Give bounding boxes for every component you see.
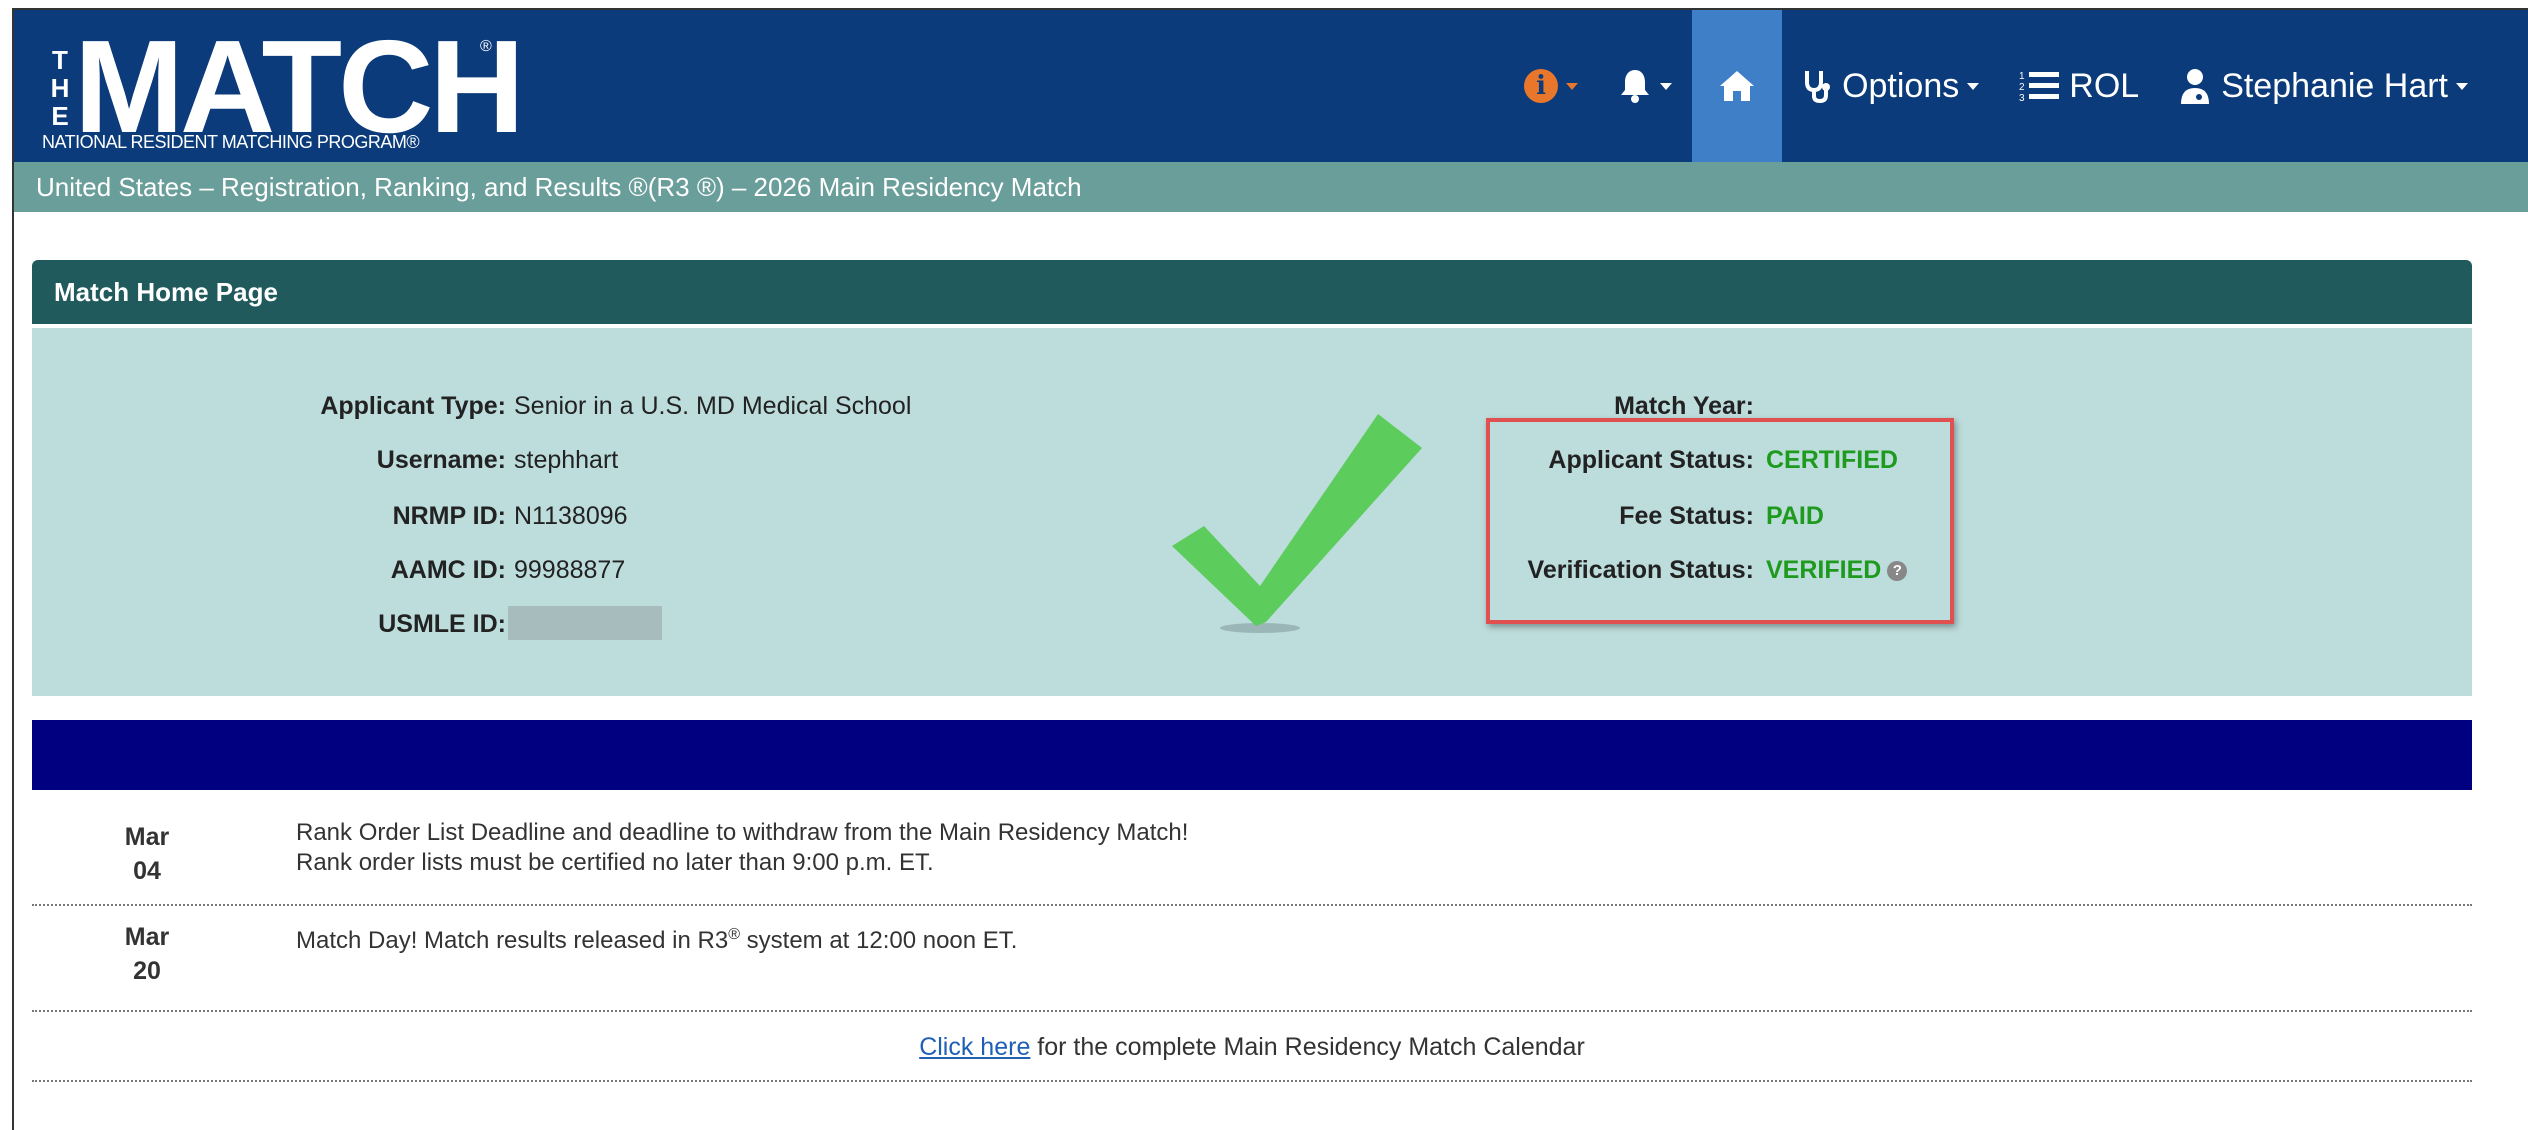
nrmp-id-row: NRMP ID: <box>300 496 506 536</box>
event-month: Mar <box>124 823 170 851</box>
field-label: Username: <box>376 446 506 474</box>
field-label: Applicant Type: <box>320 392 506 420</box>
info-circle-icon: i <box>1524 69 1559 103</box>
svg-text:3: 3 <box>2019 93 2025 103</box>
chevron-down-icon <box>2456 82 2468 90</box>
match-logo[interactable]: THE MATCH ® NATIONAL RESIDENT MATCHING P… <box>40 21 525 156</box>
event-date: Mar 04 <box>102 820 192 888</box>
event-date: Mar 20 <box>102 920 192 988</box>
calendar-link-suffix: for the complete Main Residency Match Ca… <box>1030 1033 1585 1061</box>
stethoscope-icon <box>1805 71 1831 104</box>
event-day: 20 <box>133 957 161 985</box>
rol-label: ROL <box>2069 66 2140 105</box>
chevron-down-icon <box>1566 82 1579 90</box>
username-value: stephhart <box>514 446 619 474</box>
bell-icon <box>1621 70 1650 103</box>
calendar-link-row: Click here for the complete Main Residen… <box>32 1012 2472 1082</box>
calendar-header <box>32 720 2472 790</box>
event-month: Mar <box>124 923 170 951</box>
logo-subtitle: NATIONAL RESIDENT MATCHING PROGRAM® <box>42 132 420 152</box>
svg-text:2: 2 <box>2019 82 2025 93</box>
calendar-event-row: Mar 20 Match Day! Match results released… <box>32 906 2472 1012</box>
logo-registered-mark: ® <box>480 38 492 55</box>
username-row: Username: <box>300 440 506 480</box>
rol-link[interactable]: 1 2 3 ROL <box>1999 10 2159 162</box>
event-day: 04 <box>133 857 161 885</box>
usmle-id-row: USMLE ID: <box>300 604 506 644</box>
status-highlight-box <box>1486 418 1954 624</box>
user-name: Stephanie Hart <box>2221 66 2448 105</box>
event-description: Match Day! Match results released in R3®… <box>296 920 1017 956</box>
event-line-1-pre: Match Day! Match results released in R3 <box>296 927 729 954</box>
svg-text:1: 1 <box>2019 71 2025 82</box>
aamc-id-row: AAMC ID: <box>300 550 506 590</box>
notifications-dropdown[interactable] <box>1598 10 1692 162</box>
full-calendar-link[interactable]: Click here <box>919 1033 1030 1061</box>
field-label: USMLE ID: <box>378 610 506 638</box>
applicant-type-value: Senior in a U.S. MD Medical School <box>514 392 912 420</box>
home-button[interactable] <box>1692 10 1783 162</box>
user-doctor-icon <box>2181 69 2210 104</box>
top-navbar: THE MATCH ® NATIONAL RESIDENT MATCHING P… <box>14 10 2528 162</box>
field-label: NRMP ID: <box>392 502 506 530</box>
calendar-event-row: Mar 04 Rank Order List Deadline and dead… <box>32 812 2472 906</box>
panel-title: Match Home Page <box>32 260 2472 324</box>
info-dropdown[interactable]: i <box>1504 10 1598 162</box>
event-line-1: Rank Order List Deadline and deadline to… <box>296 819 1189 846</box>
breadcrumb: United States – Registration, Ranking, a… <box>14 162 2528 212</box>
user-dropdown[interactable]: Stephanie Hart <box>2159 10 2488 162</box>
usmle-id-value <box>508 604 662 644</box>
chevron-down-icon <box>1967 82 1980 90</box>
redacted-field <box>508 606 662 641</box>
checkmark-icon <box>1172 414 1422 633</box>
event-description: Rank Order List Deadline and deadline to… <box>296 818 1188 878</box>
field-label: AAMC ID: <box>390 556 506 584</box>
applicant-type-row: Applicant Type: <box>300 386 506 426</box>
options-dropdown[interactable]: Options <box>1782 10 1999 162</box>
event-line-1-post: system at 12:00 noon ET. <box>739 927 1018 954</box>
home-icon <box>1720 71 1755 101</box>
aamc-id-value: 99988877 <box>514 556 626 584</box>
options-label: Options <box>1842 66 1960 105</box>
registered-mark: ® <box>728 926 740 943</box>
event-line-2: Rank order lists must be certified no la… <box>296 849 934 876</box>
nav-menu: i Options 1 2 3 ROL Stephanie Hart <box>1504 10 2488 162</box>
nrmp-id-value: N1138096 <box>514 502 628 530</box>
ordered-list-icon: 1 2 3 <box>2019 71 2060 103</box>
chevron-down-icon <box>1660 82 1673 90</box>
